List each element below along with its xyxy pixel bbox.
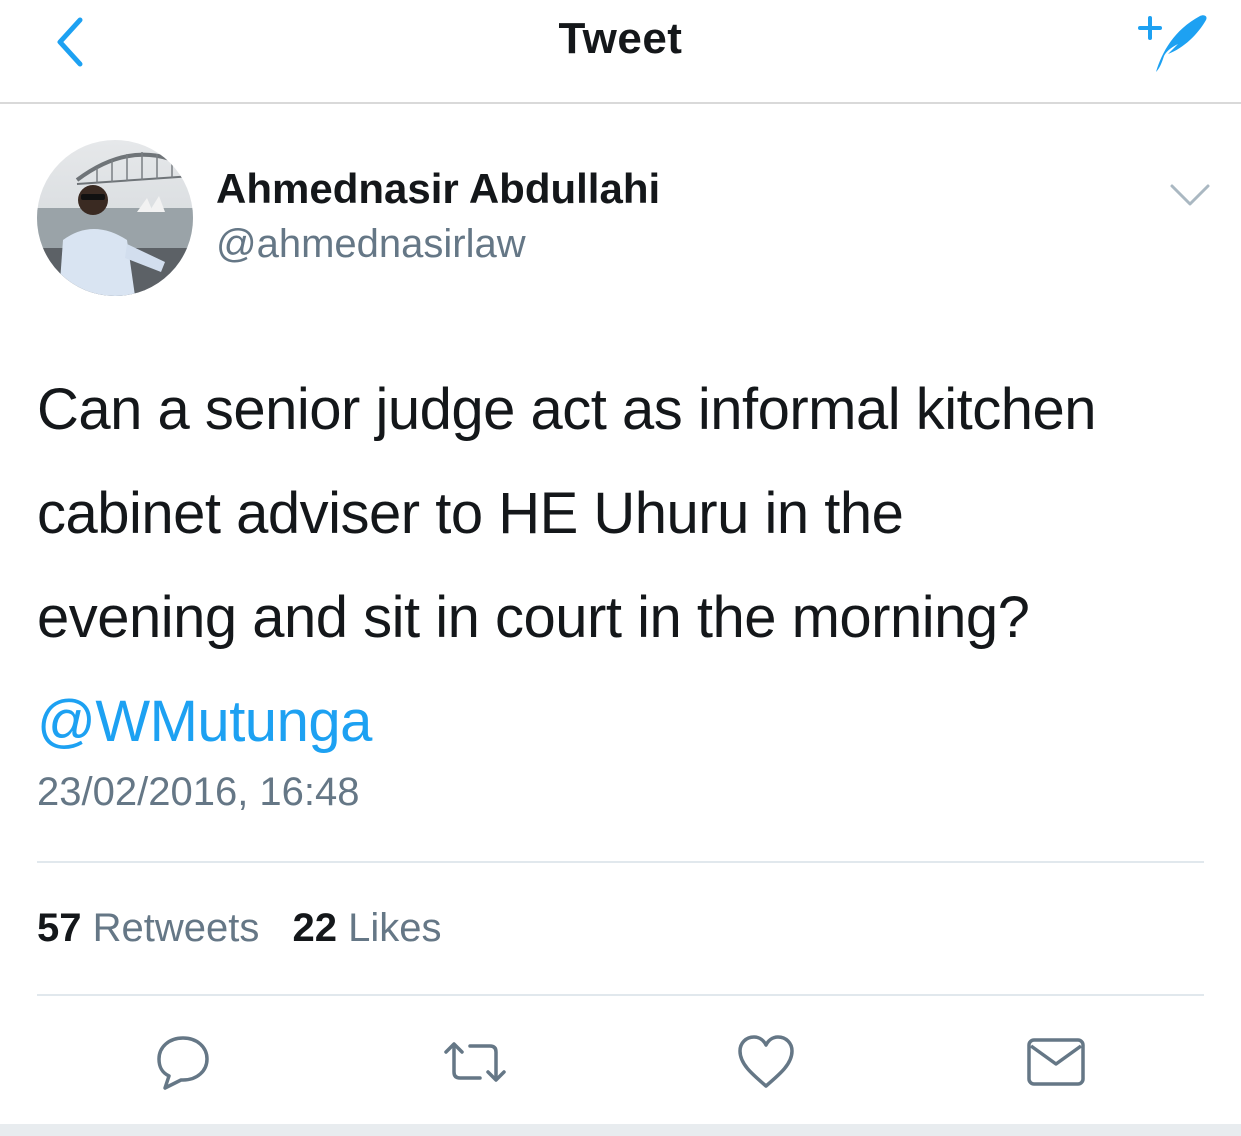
page-title: Tweet [558, 14, 683, 63]
nav-bar: Tweet [0, 0, 1241, 104]
retweet-button[interactable] [440, 1030, 506, 1094]
envelope-icon [1027, 1038, 1085, 1086]
mention-link[interactable]: @WMutunga [37, 670, 1217, 774]
tweet-text-line: evening and sit in court in the morning? [37, 585, 1030, 650]
retweets-stat[interactable]: 57 Retweets [37, 906, 259, 951]
author-name[interactable]: Ahmednasir Abdullahi [216, 165, 660, 213]
bottom-edge [0, 1124, 1241, 1136]
likes-label: Likes [348, 906, 442, 950]
compose-tweet-button[interactable] [1126, 8, 1212, 78]
reply-button[interactable] [151, 1030, 215, 1094]
heart-icon [738, 1035, 794, 1088]
likes-count: 22 [292, 906, 338, 950]
tweet-options-button[interactable] [1166, 178, 1214, 212]
author-handle[interactable]: @ahmednasirlaw [216, 222, 526, 267]
divider [37, 994, 1204, 996]
chevron-down-icon [1170, 184, 1210, 206]
likes-stat[interactable]: 22 Likes [293, 906, 442, 951]
retweet-icon [444, 1042, 506, 1082]
tweet-stats: 57 Retweets 22 Likes [37, 906, 464, 951]
retweets-label: Retweets [92, 906, 260, 950]
tweet-text: Can a senior judge act as informal kitch… [37, 358, 1217, 774]
tweet-text-line: cabinet adviser to HE Uhuru in the [37, 481, 904, 546]
like-button[interactable] [734, 1030, 798, 1094]
compose-tweet-icon [1138, 15, 1207, 73]
tweet-actions [0, 1030, 1241, 1094]
tweet-detail-screen: Tweet Ahmednasir Abdullahi @ahmednasirla… [0, 0, 1241, 1136]
divider [37, 861, 1204, 863]
message-button[interactable] [1024, 1030, 1088, 1094]
tweet-timestamp: 23/02/2016, 16:48 [37, 770, 360, 814]
avatar[interactable] [37, 140, 193, 296]
reply-icon [157, 1036, 209, 1090]
tweet-text-line: Can a senior judge act as informal kitch… [37, 377, 1097, 442]
retweets-count: 57 [37, 906, 82, 950]
